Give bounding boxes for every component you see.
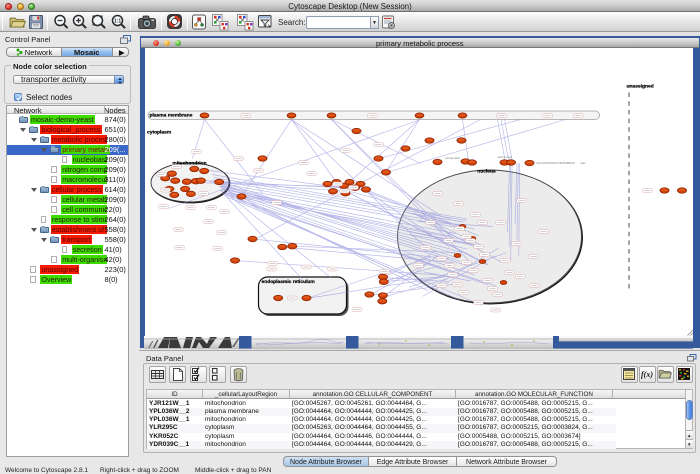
svg-text:nucleus: nucleus — [477, 168, 496, 174]
svg-text:1:1: 1:1 — [114, 19, 121, 25]
svg-text:sec13 nup1: sec13 nup1 — [497, 155, 512, 159]
svg-text:unassigned: unassigned — [626, 83, 653, 89]
svg-text:pkr1|vma21: pkr1|vma21 — [445, 156, 460, 160]
svg-text:wds: wds — [580, 161, 586, 165]
svg-text:|GO:0016787|GO:0005488|GO: |GO:0016787|GO:0005488|GO — [536, 161, 575, 165]
svg-text:plasma membrane: plasma membrane — [149, 112, 192, 118]
svg-text:cytoplasm: cytoplasm — [147, 129, 172, 135]
svg-text:f(x): f(x) — [641, 370, 653, 379]
svg-text:endoplasmic reticulum: endoplasmic reticulum — [261, 279, 315, 285]
